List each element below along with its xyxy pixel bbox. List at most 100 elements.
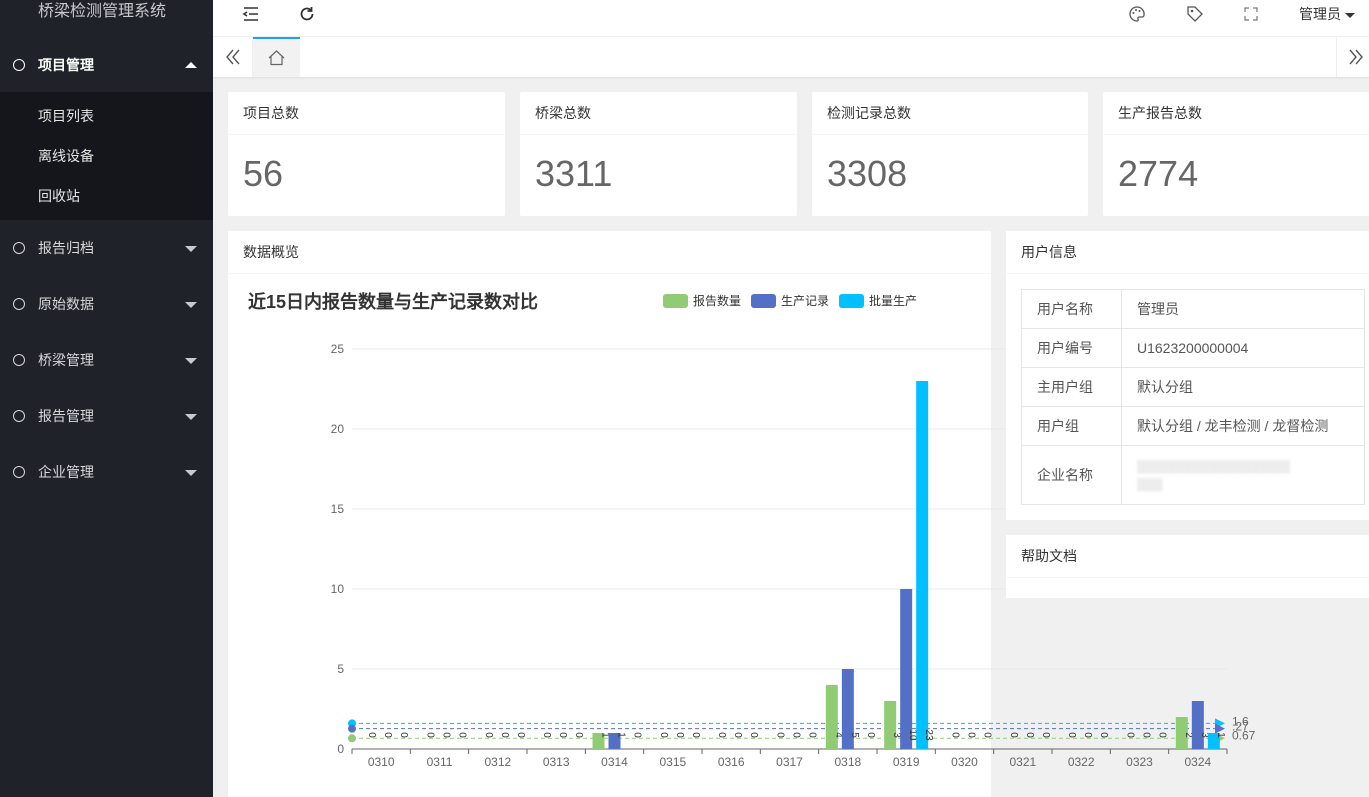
circle-icon (13, 242, 25, 254)
stat-label: 桥梁总数 (520, 92, 797, 135)
menu-label: 项目管理 (38, 57, 94, 73)
bar-value-label: 0 (1024, 732, 1035, 738)
average-line-arrow (1215, 723, 1225, 734)
stat-label: 生产报告总数 (1103, 92, 1369, 135)
table-row: 用户编号 U1623200000004 (1021, 328, 1365, 368)
stat-card-projects: 项目总数 56 (228, 92, 505, 216)
bar (1175, 717, 1188, 749)
stat-value: 3308 (827, 153, 908, 194)
caret-up-icon (185, 62, 197, 68)
double-right-icon (1349, 49, 1363, 65)
help-title: 帮助文档 (1006, 535, 1369, 578)
user-info-value-redacted: ▒▒▒▒▒▒▒▒▒▒▒▒▒▒▒▒▒▒ ▒▒▒ (1121, 445, 1365, 505)
bar (1191, 701, 1204, 749)
menu-label: 报告归档 (38, 240, 94, 256)
caret-down-icon (1345, 12, 1355, 18)
top-header: 管理员 (213, 0, 1369, 37)
menu-label: 原始数据 (38, 296, 94, 312)
user-info-key: 用户编号 (1021, 328, 1122, 368)
circle-icon (13, 298, 25, 310)
circle-icon (13, 354, 25, 366)
average-line-arrow (1215, 718, 1225, 729)
x-tick-label: 0324 (1184, 755, 1211, 769)
menu-report-archive[interactable]: 报告归档 (0, 220, 213, 276)
average-label: .27 (1232, 719, 1249, 733)
bar-value-label: 0 (1066, 732, 1077, 738)
tab-home[interactable] (253, 37, 300, 77)
circle-icon (13, 410, 25, 422)
bar-value-label: 0 (1125, 732, 1136, 738)
admin-name: 管理员 (1299, 6, 1341, 22)
user-info-key: 用户名称 (1021, 289, 1122, 329)
user-info-value: 默认分组 / 龙丰检测 / 龙督检测 (1121, 406, 1365, 446)
bar-value-label: 0 (1157, 732, 1168, 738)
double-left-icon (226, 49, 240, 65)
bar-value-label: 0 (1040, 732, 1051, 738)
bar-value-label: 0 (1098, 732, 1109, 738)
caret-down-icon (185, 246, 197, 252)
user-info-key: 用户组 (1021, 406, 1122, 446)
bar-value-label: 0 (1008, 732, 1019, 738)
collapse-menu-icon[interactable] (241, 4, 261, 24)
stat-label: 项目总数 (228, 92, 505, 135)
bar-value-label: 1 (1215, 732, 1226, 738)
caret-down-icon (185, 302, 197, 308)
fullscreen-icon[interactable] (1241, 4, 1261, 24)
home-icon (268, 50, 285, 66)
user-info-key: 主用户组 (1021, 367, 1122, 407)
menu-report-management[interactable]: 报告管理 (0, 388, 213, 444)
admin-menu[interactable]: 管理员 (1299, 4, 1355, 24)
x-tick-label: 0321 (1009, 755, 1036, 769)
average-label: 0.67 (1232, 728, 1256, 742)
table-row: 用户组 默认分组 / 龙丰检测 / 龙督检测 (1021, 406, 1365, 446)
table-row: 主用户组 默认分组 (1021, 367, 1365, 407)
sub-item-offline-device[interactable]: 离线设备 (0, 136, 213, 176)
menu-label: 企业管理 (38, 464, 94, 480)
sidebar: 桥梁检测管理系统 项目管理 项目列表 离线设备 回收站 报告归档 原始数据 桥梁… (0, 0, 213, 797)
user-info-table: 用户名称 管理员 用户编号 U1623200000004 主用户组 默认分组 用户组默… (1021, 289, 1365, 505)
user-info-value: 管理员 (1121, 289, 1365, 329)
stat-value: 3311 (535, 153, 613, 194)
tab-bar (213, 37, 1369, 77)
caret-down-icon (185, 414, 197, 420)
sub-item-project-list[interactable]: 项目列表 (0, 96, 213, 136)
stat-card-reports: 生产报告总数 2774 (1103, 92, 1369, 216)
data-overview-card: 数据概览 (228, 231, 991, 797)
table-row: 企业名称 ▒▒▒▒▒▒▒▒▒▒▒▒▒▒▒▒▒▒ ▒▒▒ (1021, 445, 1365, 505)
circle-icon (13, 466, 25, 478)
bar-value-label: 0 (1082, 732, 1093, 738)
menu-enterprise-management[interactable]: 企业管理 (0, 444, 213, 500)
average-line-arrow (1215, 733, 1225, 744)
caret-down-icon (185, 358, 197, 364)
tab-scroll-right[interactable] (1336, 37, 1369, 77)
bar-value-label: 0 (1141, 732, 1152, 738)
menu-raw-data[interactable]: 原始数据 (0, 276, 213, 332)
menu-label: 报告管理 (38, 408, 94, 424)
tag-icon[interactable] (1185, 4, 1205, 24)
help-docs-card: 帮助文档 (1006, 535, 1369, 598)
bar-value-label: 2 (1183, 732, 1194, 738)
x-tick-label: 0322 (1068, 755, 1095, 769)
user-info-value: U1623200000004 (1121, 328, 1365, 368)
caret-down-icon (185, 470, 197, 476)
average-label: 1.6 (1232, 714, 1249, 728)
stat-value: 56 (243, 153, 284, 194)
user-info-card: 用户信息 用户名称 管理员 用户编号 U1623200000004 主用户组 默认分组… (1006, 231, 1369, 520)
theme-palette-icon[interactable] (1127, 4, 1147, 24)
user-info-key: 企业名称 (1021, 445, 1122, 505)
refresh-icon[interactable] (297, 4, 317, 24)
menu-project-management[interactable]: 项目管理 (0, 30, 213, 92)
stat-card-records: 检测记录总数 3308 (812, 92, 1088, 216)
submenu: 项目列表 离线设备 回收站 (0, 92, 213, 220)
menu-label: 桥梁管理 (38, 352, 94, 368)
tab-scroll-left[interactable] (213, 37, 253, 77)
user-info-title: 用户信息 (1006, 231, 1369, 274)
bar-value-label: 3 (1199, 732, 1210, 738)
overview-title: 数据概览 (228, 231, 991, 274)
bar (1207, 733, 1220, 749)
circle-icon (13, 59, 25, 71)
stat-label: 检测记录总数 (812, 92, 1088, 135)
user-info-value: 默认分组 (1121, 367, 1365, 407)
sub-item-recycle-bin[interactable]: 回收站 (0, 176, 213, 216)
menu-bridge-management[interactable]: 桥梁管理 (0, 332, 213, 388)
